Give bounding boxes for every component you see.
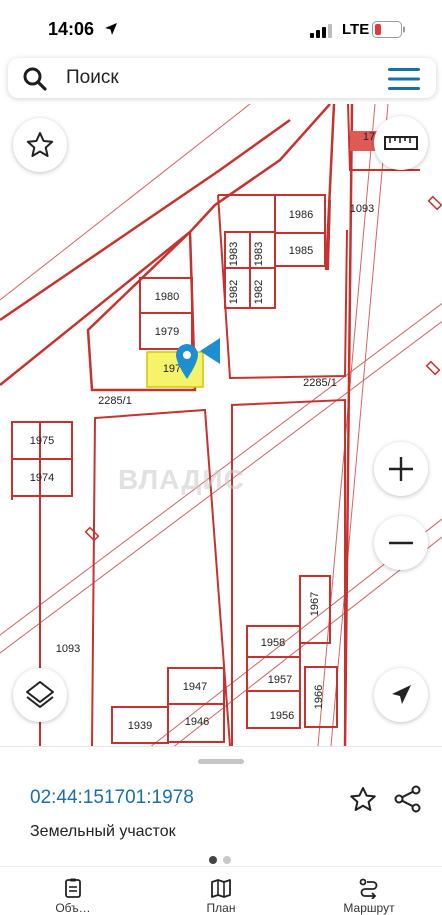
parcel-label: 1986 (289, 209, 313, 221)
signal-icon (310, 24, 332, 38)
parcel-label: 1985 (289, 245, 313, 257)
map-view[interactable]: 1986 1983 1985 1983 1982 1982 1980 1979 … (0, 104, 442, 746)
star-icon (26, 132, 54, 157)
parcel-label: 2285/1 (98, 395, 132, 407)
hamburger-menu-icon[interactable] (388, 67, 420, 91)
parcel-label: 1982 (228, 280, 240, 304)
tab-route[interactable]: Маршрут (314, 873, 424, 915)
parcel-label: 1983 (228, 242, 240, 266)
document-icon (65, 878, 81, 898)
watermark-logo: ВЛАДИС (118, 464, 245, 495)
parcel-label: 1958 (261, 637, 285, 649)
ruler-icon (384, 136, 418, 150)
page-dot (209, 856, 217, 864)
parcel-label: 1982 (253, 280, 265, 304)
parcel-label: 1975 (30, 435, 54, 447)
layers-icon (26, 681, 54, 708)
my-location-button[interactable] (374, 668, 428, 722)
navigation-arrow-icon (392, 685, 411, 704)
route-icon (359, 878, 378, 899)
parcel-label: 1980 (155, 291, 179, 303)
parcel-label: 1979 (155, 326, 179, 338)
parcel-label: 1957 (268, 674, 292, 686)
network-type: LTE (342, 21, 370, 38)
zoom-in-button[interactable] (374, 442, 428, 496)
parcel-label: 1093 (350, 203, 374, 215)
battery-icon (372, 21, 405, 38)
tab-label: Объ… (55, 901, 91, 915)
parcel-label: 1967 (309, 592, 321, 616)
parcel-label: 1939 (128, 720, 152, 732)
search-bar[interactable]: Поиск (8, 58, 436, 98)
minus-icon (389, 541, 413, 545)
cadastral-number-link[interactable]: 02:44:151701:1978 (30, 787, 194, 809)
tab-object[interactable]: Объ… (18, 873, 128, 915)
parcel-label: 1946 (185, 716, 209, 728)
layers-button[interactable] (13, 668, 67, 722)
parcel-label: 197 (163, 363, 181, 375)
plus-icon (389, 457, 413, 481)
parcel-label: 1983 (253, 242, 265, 266)
parcel-label: 1966 (313, 685, 325, 709)
drag-handle[interactable] (198, 759, 244, 764)
parcel-label: 1947 (183, 681, 207, 693)
object-info-panel: 02:44:151701:1978 Земельный участок (0, 746, 442, 867)
tab-plan[interactable]: План (166, 873, 276, 915)
page-dot (223, 856, 231, 864)
object-type: Земельный участок (30, 823, 176, 840)
parcel-label: 1974 (30, 472, 54, 484)
search-input[interactable]: Поиск (66, 67, 119, 89)
parcel-label: 2285/1 (303, 377, 337, 389)
search-icon (23, 67, 47, 91)
favorite-star-icon[interactable] (348, 785, 378, 813)
location-arrow-icon (105, 23, 117, 35)
share-icon[interactable] (393, 785, 423, 813)
tab-label: Маршрут (343, 901, 395, 915)
bottom-tab-bar: Объ… План Маршрут (0, 866, 442, 915)
map-icon (211, 879, 231, 898)
zoom-out-button[interactable] (374, 516, 428, 570)
ruler-button[interactable] (374, 116, 428, 170)
parcel-label: 1956 (270, 710, 294, 722)
parcel-label: 1093 (56, 643, 80, 655)
status-time: 14:06 (48, 19, 95, 39)
status-bar: 14:06 LTE (0, 0, 442, 58)
favorite-map-button[interactable] (13, 118, 67, 172)
cadastral-map[interactable]: 1986 1983 1985 1983 1982 1982 1980 1979 … (0, 104, 442, 746)
tab-label: План (206, 901, 236, 915)
